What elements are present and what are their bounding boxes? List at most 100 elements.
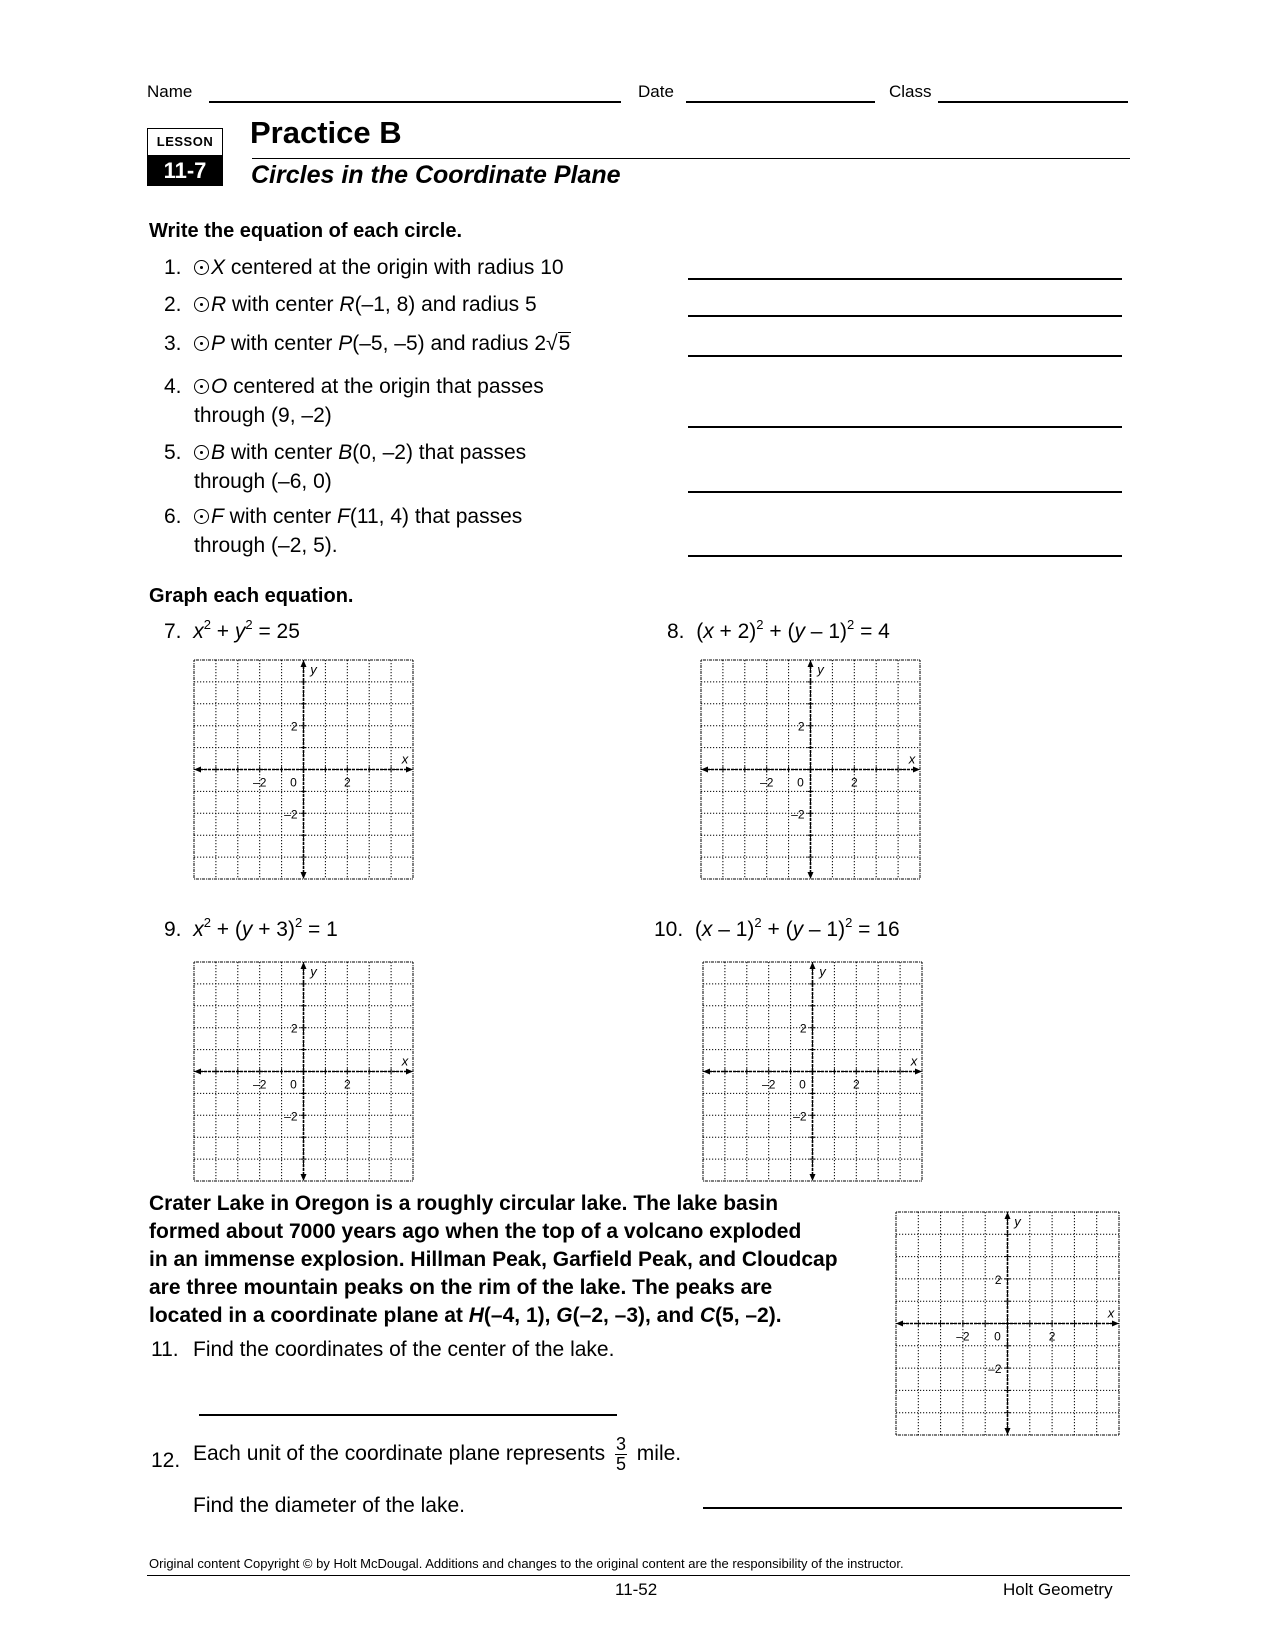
tick-label-y-pos: 2 (291, 1022, 298, 1036)
page-subtitle: Circles in the Coordinate Plane (251, 161, 621, 189)
name-field[interactable] (209, 101, 621, 103)
book-title: Holt Geometry (1003, 1580, 1113, 1599)
answer-line-3[interactable] (688, 355, 1122, 357)
problem-number: 8. (667, 620, 685, 643)
x-axis-arrow-left-icon (701, 766, 708, 773)
tick-label-x-neg: –2 (956, 1330, 970, 1344)
question-text: (11, 4) that passes (349, 505, 523, 528)
sqrt-icon: √ (546, 332, 558, 355)
footer-divider (147, 1575, 1130, 1576)
coordinate-grid-7[interactable]: –2 0 2 2 –2 x y (193, 659, 414, 880)
circle-name: O (211, 375, 228, 398)
tick-label-y-neg: –2 (284, 1109, 298, 1123)
x-axis-label: x (1107, 1306, 1115, 1321)
tick-label-origin: 0 (799, 1078, 806, 1092)
circle-name: X (211, 256, 226, 279)
tick-label-x-pos: 2 (344, 776, 351, 790)
question-text: mile. (636, 1442, 682, 1466)
y-axis-arrow-up-icon (809, 962, 816, 969)
answer-line-1[interactable] (688, 278, 1122, 280)
coordinate-grid-9[interactable]: –2 0 2 2 –2 x y (193, 961, 414, 1182)
peak-h-coord: (–4, 1), (483, 1304, 557, 1327)
question-number: 6. (164, 505, 182, 528)
circle-symbol-icon (194, 509, 209, 524)
question-number: 1. (164, 256, 182, 279)
equation-text: (x + 2)2 + (y – 1)2 = 4 (690, 617, 890, 643)
question-text: with center (225, 332, 339, 355)
tick-label-x-pos: 2 (344, 1078, 351, 1092)
page-title: Practice B (250, 115, 402, 150)
x-axis-arrow-left-icon (703, 1068, 710, 1075)
question-number: 4. (164, 375, 182, 398)
x-axis-label: x (910, 1054, 918, 1069)
equation-text: x2 + (y + 3)2 = 1 (193, 915, 338, 941)
date-label: Date (638, 82, 674, 101)
tick-label-y-pos: 2 (291, 720, 298, 734)
question-text: centered at the origin with radius 10 (225, 256, 564, 279)
center-name: B (338, 441, 353, 464)
question-number: 3. (164, 332, 182, 355)
circle-name: P (211, 332, 226, 355)
tick-label-origin: 0 (290, 1078, 297, 1092)
class-label: Class (889, 82, 932, 101)
tick-label-origin: 0 (797, 776, 804, 790)
answer-line-2[interactable] (688, 315, 1122, 317)
y-axis-arrow-up-icon (300, 660, 307, 667)
problem-number: 9. (164, 918, 182, 941)
copyright-notice: Original content Copyright © by Holt McD… (149, 1556, 904, 1571)
problem-9-equation: 9. x2 + (y + 3)2 = 1 (164, 915, 338, 942)
answer-line-5[interactable] (688, 491, 1122, 493)
date-field[interactable] (686, 101, 875, 103)
tick-label-x-pos: 2 (853, 1078, 860, 1092)
question-text: with center (226, 293, 340, 316)
y-axis-label: y (818, 964, 827, 979)
answer-line-12[interactable] (703, 1507, 1122, 1509)
x-axis-arrow-right-icon (913, 766, 920, 773)
fraction-denominator: 5 (615, 1454, 626, 1474)
question-text: (–1, 8) and radius 5 (354, 293, 537, 316)
circle-name: R (211, 293, 227, 316)
question-text: with center (225, 441, 339, 464)
section-heading-graph: Graph each equation. (149, 585, 354, 607)
y-axis-arrow-up-icon (807, 660, 814, 667)
peak-g-label: G (556, 1304, 573, 1327)
fraction: 35 (614, 1435, 627, 1474)
x-axis-arrow-right-icon (406, 766, 413, 773)
lesson-badge: LESSON 11-7 (147, 128, 223, 186)
question-text: Find the diameter of the lake. (193, 1494, 465, 1517)
paragraph-line: are three mountain peaks on the rim of t… (149, 1276, 773, 1299)
center-name: P (338, 332, 353, 355)
question-number: 12. (151, 1449, 181, 1472)
tick-label-x-neg: –2 (760, 776, 774, 790)
problem-7-equation: 7. x2 + y2 = 25 (164, 618, 300, 644)
circle-symbol-icon (194, 297, 209, 312)
circle-name: B (211, 441, 226, 464)
lesson-label: LESSON (147, 128, 223, 156)
coordinate-grid-8[interactable]: –2 0 2 2 –2 x y (700, 659, 921, 880)
question-number: 11. (151, 1338, 179, 1361)
radius-coefficient: 2 (534, 332, 547, 355)
x-axis-label: x (401, 1054, 409, 1069)
answer-line-11[interactable] (199, 1414, 617, 1416)
circle-name: F (211, 505, 224, 528)
peak-c-label: C (699, 1304, 716, 1327)
x-axis-arrow-left-icon (194, 766, 201, 773)
class-field[interactable] (938, 101, 1128, 103)
paragraph-line: Crater Lake in Oregon is a roughly circu… (149, 1192, 779, 1215)
y-axis-arrow-down-icon (300, 1174, 307, 1181)
answer-line-4[interactable] (688, 426, 1122, 428)
question-text: (0, –2) that passes (352, 441, 527, 464)
y-axis-arrow-up-icon (1004, 1212, 1011, 1219)
paragraph-text: located in a coordinate plane at (149, 1304, 469, 1327)
y-axis-label: y (1013, 1214, 1022, 1229)
y-axis-arrow-up-icon (300, 962, 307, 969)
y-axis-arrow-down-icon (807, 872, 814, 879)
answer-line-6[interactable] (688, 555, 1122, 557)
coordinate-grid-crater-lake[interactable]: –2 0 2 2 –2 x y (895, 1211, 1120, 1436)
coordinate-grid-10[interactable]: –2 0 2 2 –2 x y (702, 961, 923, 1182)
crater-lake-paragraph: Crater Lake in Oregon is a roughly circu… (149, 1190, 879, 1330)
question-text: Each unit of the coordinate plane repres… (193, 1442, 606, 1466)
paragraph-line: in an immense explosion. Hillman Peak, G… (149, 1248, 838, 1271)
question-number: 2. (164, 293, 182, 316)
tick-label-origin: 0 (994, 1330, 1001, 1344)
